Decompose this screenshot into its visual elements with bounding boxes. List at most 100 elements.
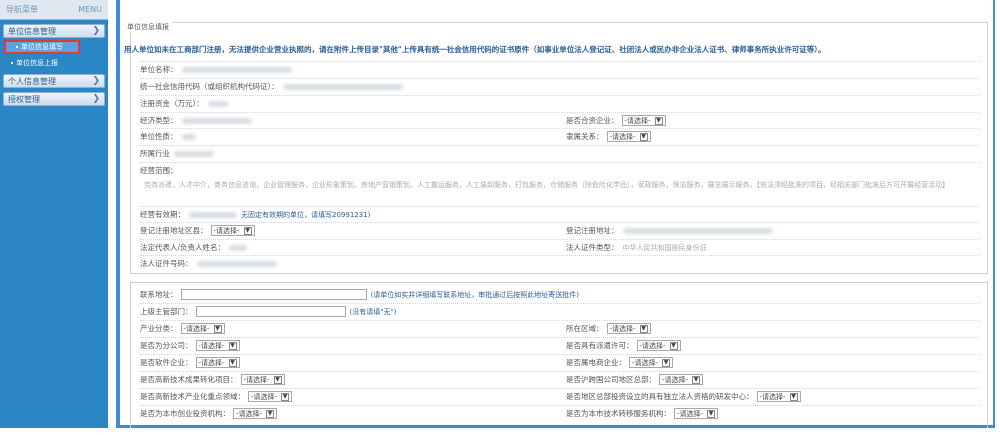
row-legal-id-type: 法人证件类型： 中华人民共和国居民身份证 bbox=[566, 241, 707, 254]
nav-section-personal-info[interactable]: 个人信息管理 ❯ bbox=[3, 74, 105, 88]
row-is-branch: 是否为分公司： -请选择- ▼ bbox=[140, 339, 240, 352]
hightech-focus-select[interactable]: -请选择- ▼ bbox=[248, 391, 293, 402]
dropdown-arrow-icon: ▼ bbox=[669, 341, 678, 350]
row-credit-code: 统一社会信用代码（或组织机构代码证）： bbox=[140, 80, 403, 93]
panel-legend: 单位信息填报 bbox=[124, 22, 172, 32]
row-affiliation: 隶属关系： -请选择- ▼ bbox=[566, 130, 651, 143]
business-scope-label: 经营范围： bbox=[140, 166, 178, 175]
dispatch-license-label: 是否具有派遣许可： bbox=[566, 341, 634, 350]
row-superior-dept: 上级主管部门： (没有请填"无") bbox=[140, 305, 396, 318]
dropdown-arrow-icon: ▼ bbox=[266, 409, 275, 418]
is-ecommerce-select[interactable]: -请选择- ▼ bbox=[629, 357, 674, 368]
legal-rep-label: 法定代表人/负责人姓名： bbox=[140, 243, 226, 252]
legal-rep-value bbox=[229, 244, 248, 251]
reg-district-select[interactable]: -请选择- ▼ bbox=[210, 225, 255, 236]
dropdown-arrow-icon: ▼ bbox=[228, 341, 237, 350]
industry-value bbox=[174, 150, 214, 157]
row-unit-name: 单位名称： bbox=[140, 63, 292, 76]
area-select[interactable]: -请选择- ▼ bbox=[606, 323, 651, 334]
nav-subitem-report-unit-info[interactable]: 单位信息上报 bbox=[3, 56, 105, 70]
dropdown-arrow-icon: ▼ bbox=[662, 358, 671, 367]
rd-center-select[interactable]: -请选择- ▼ bbox=[756, 391, 801, 402]
nav-section-unit-info[interactable]: 单位信息管理 ❯ bbox=[3, 24, 105, 38]
affiliation-label: 隶属关系： bbox=[566, 132, 604, 141]
is-software-select[interactable]: -请选择- ▼ bbox=[195, 357, 240, 368]
chevron-right-icon: ❯ bbox=[92, 76, 100, 86]
registered-capital-value bbox=[207, 100, 228, 107]
row-industry-category: 产业分类： -请选择- ▼ bbox=[140, 322, 225, 335]
superior-dept-label: 上级主管部门： bbox=[140, 307, 193, 316]
contact-address-label: 联系地址： bbox=[140, 290, 178, 299]
row-hightech-transfer: 是否高新技术成果转化项目： -请选择- ▼ bbox=[140, 373, 285, 386]
credit-code-value bbox=[282, 83, 403, 90]
affiliation-select[interactable]: -请选择- ▼ bbox=[606, 131, 651, 142]
investment-select[interactable]: -请选择- ▼ bbox=[233, 408, 278, 419]
dropdown-arrow-icon: ▼ bbox=[639, 132, 648, 141]
industry-category-select[interactable]: -请选择- ▼ bbox=[180, 323, 225, 334]
contact-address-note: (请单位如实并详细填写联系地址，审批通过后按照此地址寄送批件) bbox=[370, 290, 579, 299]
superior-dept-note: (没有请填"无") bbox=[349, 307, 397, 316]
bullet-icon bbox=[16, 46, 18, 48]
row-license-validity: 经营有效期： 无固定有效期的单位，请填写20991231) bbox=[140, 208, 370, 221]
unit-nature-value bbox=[181, 133, 196, 140]
nav-subitem-fill-unit-info[interactable]: 单位信息填写 bbox=[4, 40, 80, 54]
row-unit-nature: 单位性质： bbox=[140, 130, 196, 143]
row-industry: 所属行业 bbox=[140, 147, 214, 160]
legal-id-type-label: 法人证件类型： bbox=[566, 243, 619, 252]
joint-venture-select[interactable]: -请选择- ▼ bbox=[621, 115, 666, 126]
industry-category-label: 产业分类： bbox=[140, 324, 178, 333]
nav-section-authorization[interactable]: 授权管理 ❯ bbox=[3, 92, 105, 106]
license-validity-note: 无固定有效期的单位，请填写20991231) bbox=[241, 210, 371, 219]
dropdown-arrow-icon: ▼ bbox=[228, 358, 237, 367]
superior-dept-input[interactable] bbox=[195, 306, 346, 317]
row-area: 所在区域： -请选择- ▼ bbox=[566, 322, 651, 335]
rd-center-label: 是否地区总部投资设立的具有独立法人资格的研发中心： bbox=[566, 392, 754, 401]
dropdown-arrow-icon: ▼ bbox=[213, 324, 222, 333]
registered-capital-label: 注册资金（万元）： bbox=[140, 99, 204, 108]
legal-id-number-label: 法人证件号码： bbox=[140, 259, 193, 268]
dropdown-arrow-icon: ▼ bbox=[243, 226, 252, 235]
unit-name-label: 单位名称： bbox=[140, 65, 178, 74]
contact-address-input[interactable] bbox=[180, 289, 367, 300]
nav-section-label: 单位信息管理 bbox=[8, 26, 56, 36]
unit-info-panel bbox=[130, 22, 988, 274]
row-reg-district: 登记注册地址区县： -请选择- ▼ bbox=[140, 224, 255, 237]
chevron-right-icon: ❯ bbox=[92, 94, 100, 104]
unit-nature-label: 单位性质： bbox=[140, 132, 178, 141]
row-dispatch-license: 是否具有派遣许可： -请选择- ▼ bbox=[566, 339, 681, 352]
area-label: 所在区域： bbox=[566, 324, 604, 333]
nav-subitem-label: 单位信息填写 bbox=[21, 43, 63, 51]
dropdown-arrow-icon: ▼ bbox=[639, 324, 648, 333]
hightech-transfer-select[interactable]: -请选择- ▼ bbox=[240, 374, 285, 385]
row-contact-address: 联系地址： (请单位如实并详细填写联系地址，审批通过后按照此地址寄送批件) bbox=[140, 288, 579, 301]
dropdown-arrow-icon: ▼ bbox=[789, 392, 798, 401]
row-investment: 是否为本市创业投资机构： -请选择- ▼ bbox=[140, 407, 278, 420]
economic-type-label: 经济类型： bbox=[140, 116, 178, 125]
nav-title: 导航菜单 bbox=[6, 5, 38, 14]
is-software-label: 是否软件企业： bbox=[140, 358, 193, 367]
row-rd-center: 是否地区总部投资设立的具有独立法人资格的研发中心： -请选择- ▼ bbox=[566, 390, 801, 403]
dispatch-license-select[interactable]: -请选择- ▼ bbox=[636, 340, 681, 351]
industry-label: 所属行业 bbox=[140, 149, 170, 158]
legal-id-type-value: 中华人民共和国居民身份证 bbox=[622, 243, 707, 252]
business-scope-text: 劳务派遣，人才中介，商务信息咨询，企业管理服务，企业形象策划，房地产营销策划，人… bbox=[144, 181, 949, 189]
dropdown-arrow-icon: ▼ bbox=[654, 116, 663, 125]
unit-name-value bbox=[181, 66, 292, 73]
is-hq-select[interactable]: -请选择- ▼ bbox=[659, 374, 704, 385]
investment-label: 是否为本市创业投资机构： bbox=[140, 409, 230, 418]
row-legal-id-number: 法人证件号码： bbox=[140, 257, 277, 270]
hightech-focus-label: 是否高新技术产业化重点领域： bbox=[140, 392, 245, 401]
dropdown-arrow-icon: ▼ bbox=[281, 392, 290, 401]
license-validity-value bbox=[189, 211, 237, 218]
is-branch-select[interactable]: -请选择- ▼ bbox=[195, 340, 240, 351]
dropdown-arrow-icon: ▼ bbox=[273, 375, 282, 384]
row-tech-transfer: 是否为本市技术转移服务机构： -请选择- ▼ bbox=[566, 407, 719, 420]
row-business-scope: 经营范围： bbox=[140, 164, 178, 177]
hightech-transfer-label: 是否高新技术成果转化项目： bbox=[140, 375, 238, 384]
nav-section-label: 个人信息管理 bbox=[8, 76, 56, 86]
license-validity-label: 经营有效期： bbox=[140, 210, 185, 219]
nav-header: 导航菜单 MENU bbox=[0, 0, 108, 20]
reg-district-label: 登记注册地址区县： bbox=[140, 226, 208, 235]
tech-transfer-select[interactable]: -请选择- ▼ bbox=[674, 408, 719, 419]
chevron-right-icon: ❯ bbox=[92, 26, 100, 36]
